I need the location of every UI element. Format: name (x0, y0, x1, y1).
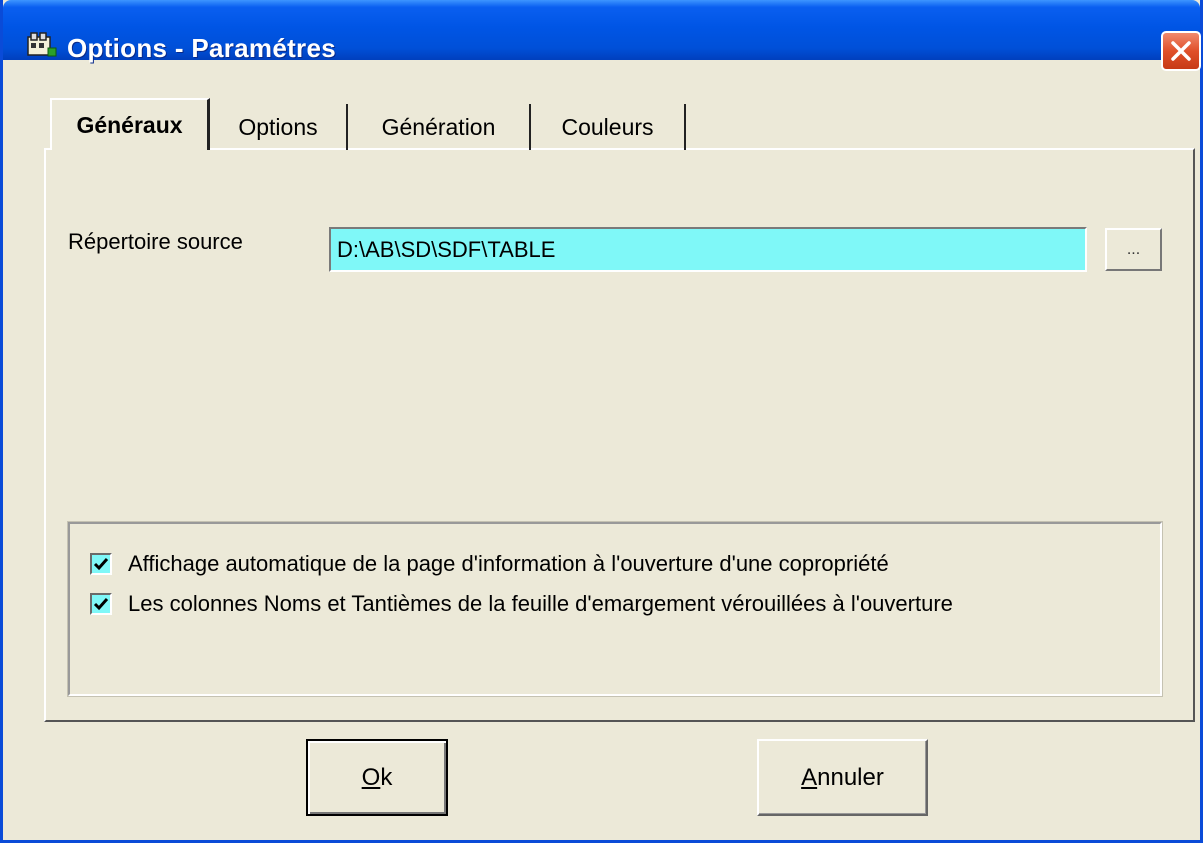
lock-columns-checkbox[interactable] (90, 593, 112, 615)
ok-button-mnemonic: O (361, 763, 381, 791)
cancel-button-mnemonic: A (801, 763, 818, 791)
window-title: Options - Paramétres (67, 33, 336, 63)
cancel-button[interactable]: Annuler (757, 739, 928, 816)
title-bar[interactable]: Options - Paramétres (3, 0, 1201, 71)
lock-columns-label: Les colonnes Noms et Tantièmes de la feu… (128, 591, 953, 616)
ok-button-label: k (380, 763, 393, 791)
auto-info-page-checkbox[interactable] (90, 553, 112, 575)
cancel-button-label: nnuler (817, 763, 884, 791)
tab-options[interactable]: Options (210, 104, 348, 150)
auto-info-page-label: Affichage automatique de la page d'infor… (128, 551, 889, 576)
lock-columns-option[interactable]: Les colonnes Noms et Tantièmes de la feu… (90, 591, 953, 617)
source-directory-input[interactable]: D:\AB\SD\SDF\TABLE (329, 227, 1087, 272)
close-button[interactable] (1161, 31, 1201, 71)
checkmark-icon (93, 558, 109, 571)
source-directory-label: Répertoire source (68, 229, 243, 254)
tab-couleurs[interactable]: Couleurs (531, 104, 686, 150)
auto-info-page-option[interactable]: Affichage automatique de la page d'infor… (90, 551, 889, 577)
close-icon (1171, 41, 1191, 61)
tab-generaux[interactable]: Généraux (50, 98, 210, 150)
ok-button[interactable]: Ok (306, 739, 448, 816)
checkmark-icon (93, 598, 109, 611)
options-dialog: Options - Paramétres Généraux Options Gé… (0, 0, 1203, 843)
app-icon (27, 32, 57, 57)
tab-generation[interactable]: Génération (348, 104, 531, 150)
browse-button[interactable]: ... (1105, 228, 1162, 271)
